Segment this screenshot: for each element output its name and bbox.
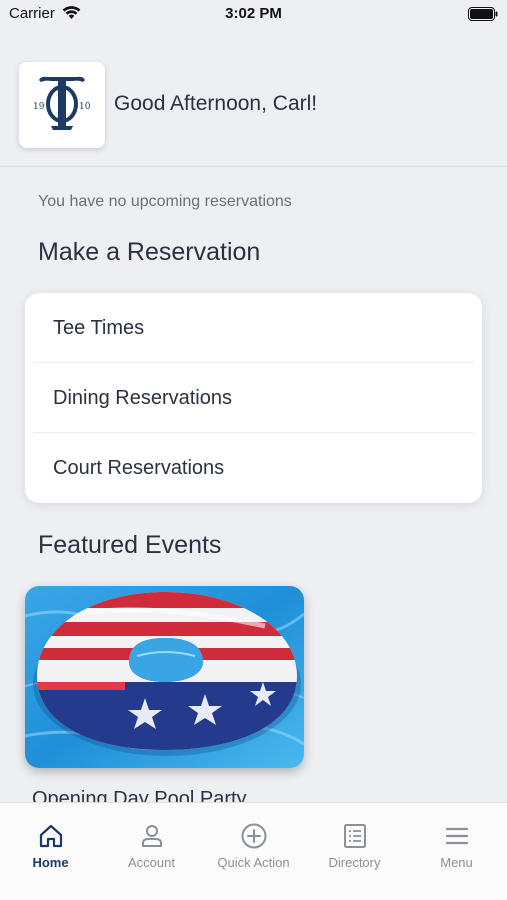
tab-menu-label: Menu bbox=[440, 855, 473, 870]
tab-account-label: Account bbox=[128, 855, 175, 870]
header: 19 10 Good Afternoon, Carl! bbox=[0, 48, 507, 167]
logo-year-left: 19 bbox=[33, 102, 45, 112]
tab-quick-action[interactable]: Quick Action bbox=[203, 803, 304, 900]
tab-quick-action-label: Quick Action bbox=[217, 855, 290, 870]
club-logo[interactable]: 19 10 bbox=[19, 62, 105, 148]
logo-year-right: 10 bbox=[79, 102, 91, 112]
tab-directory-label: Directory bbox=[328, 855, 381, 870]
inflatable-pool-ring-image bbox=[25, 586, 304, 768]
tab-bar: Home Account Quick Action Directory Menu bbox=[0, 802, 507, 900]
account-icon bbox=[141, 825, 162, 847]
tab-menu[interactable]: Menu bbox=[406, 803, 507, 900]
tab-directory[interactable]: Directory bbox=[304, 803, 405, 900]
featured-events-title: Featured Events bbox=[38, 531, 222, 559]
tab-home[interactable]: Home bbox=[0, 803, 101, 900]
reservation-options-card: Tee Times Dining Reservations Court Rese… bbox=[25, 293, 482, 503]
no-reservations-message: You have no upcoming reservations bbox=[38, 193, 292, 210]
status-bar: Carrier 3:02 PM bbox=[0, 0, 507, 28]
tab-account[interactable]: Account bbox=[101, 803, 202, 900]
directory-icon bbox=[343, 824, 366, 848]
dining-reservations-option[interactable]: Dining Reservations bbox=[25, 363, 482, 433]
make-reservation-title: Make a Reservation bbox=[38, 238, 261, 266]
tee-times-option[interactable]: Tee Times bbox=[25, 293, 482, 363]
plus-circle-icon bbox=[241, 823, 266, 849]
featured-event-card[interactable] bbox=[25, 586, 304, 768]
club-monogram-icon: 19 10 bbox=[33, 76, 91, 130]
status-time: 3:02 PM bbox=[225, 5, 282, 22]
greeting-text: Good Afternoon, Carl! bbox=[114, 92, 318, 115]
court-reservations-option[interactable]: Court Reservations bbox=[25, 433, 482, 503]
tab-home-label: Home bbox=[32, 855, 69, 870]
home-icon bbox=[39, 824, 62, 848]
hamburger-icon bbox=[445, 827, 468, 845]
battery-icon bbox=[468, 7, 498, 21]
